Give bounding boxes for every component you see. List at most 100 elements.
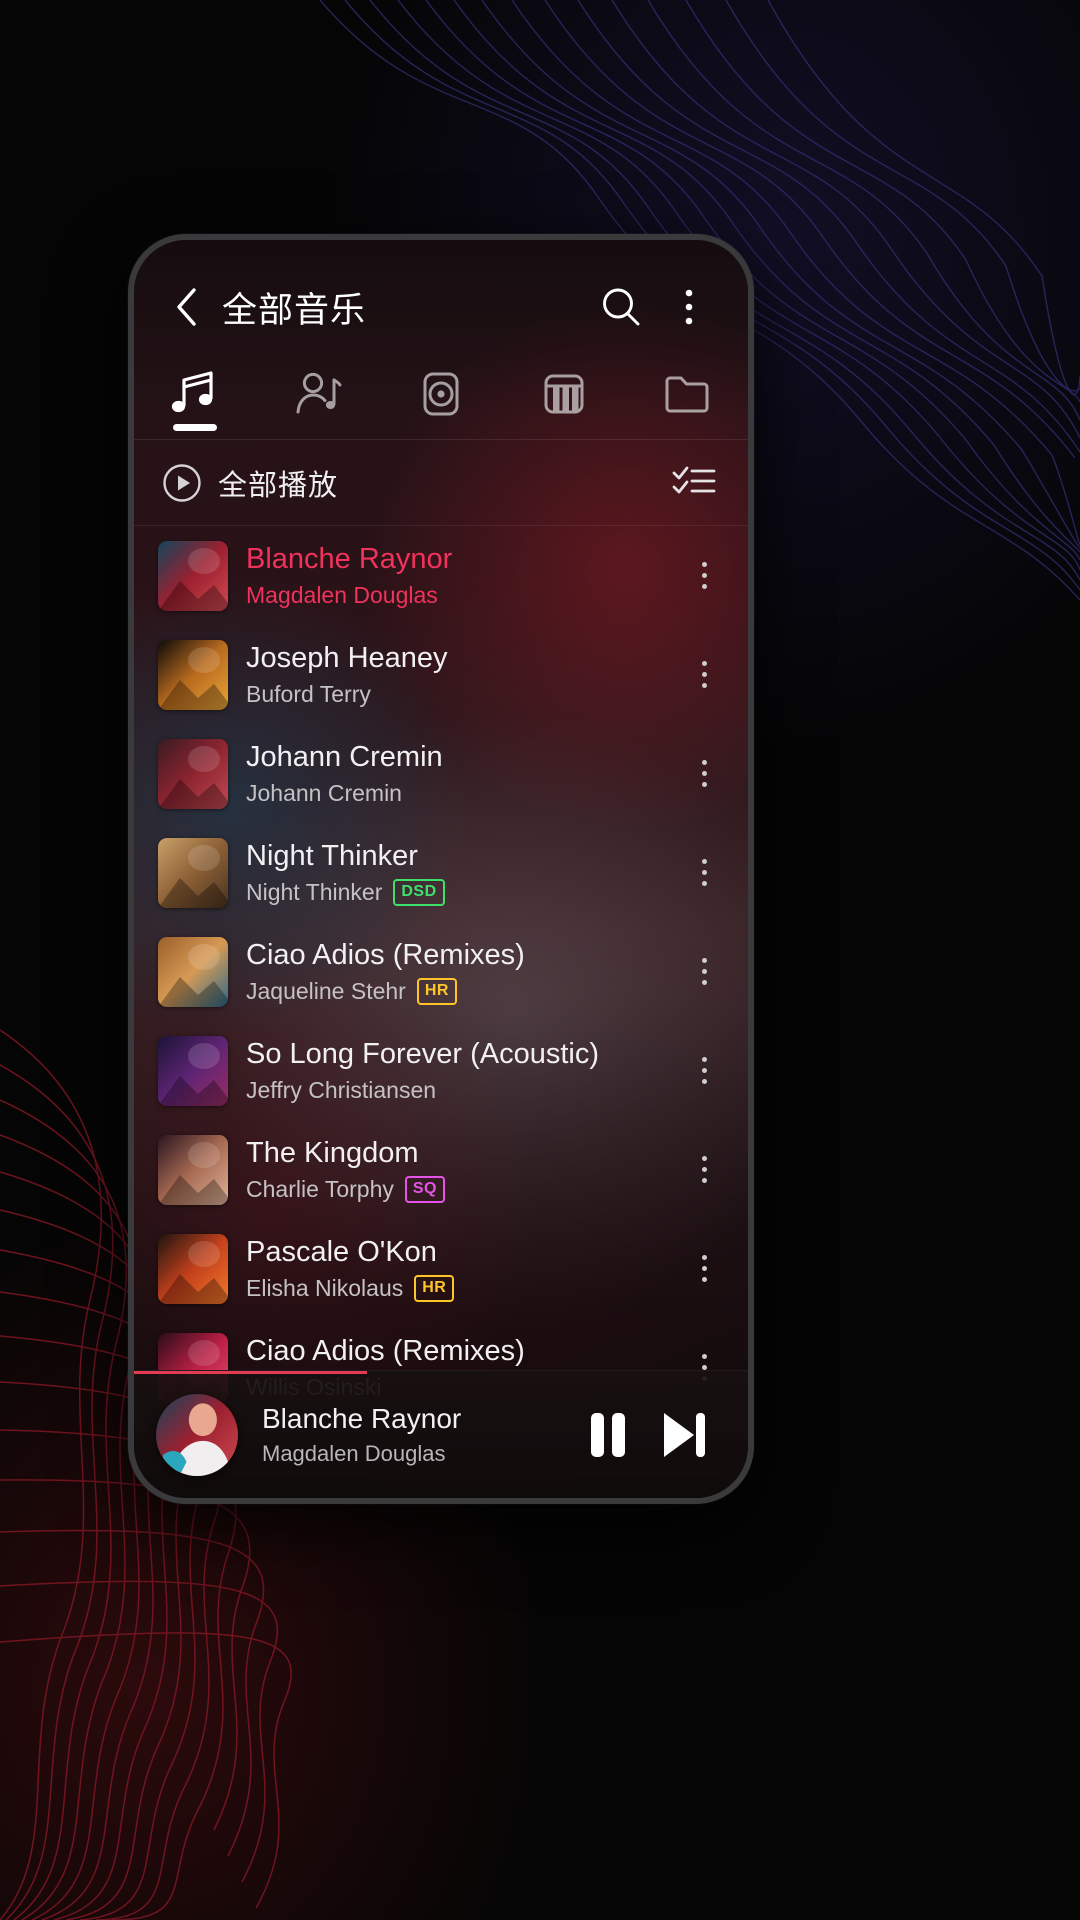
song-list-item[interactable]: Johann Cremin Johann Cremin [134,724,748,823]
more-vertical-icon [701,870,707,875]
app-header: 全部音乐 [134,240,748,348]
song-list-item[interactable]: Pascale O'Kon Elisha Nikolaus HR [134,1219,748,1318]
song-text-block: Night Thinker Night Thinker DSD [246,839,678,907]
overflow-menu-button[interactable] [662,280,716,334]
song-artwork [158,738,228,809]
more-vertical-icon [701,760,707,765]
song-text-block: Johann Cremin Johann Cremin [246,740,678,808]
artwork-a6 [158,1035,228,1106]
song-title: Blanche Raynor [246,542,453,575]
song-list-item[interactable]: Joseph Heaney Buford Terry [134,625,748,724]
song-overflow-button[interactable] [678,642,730,708]
song-artist: Jeffry Christiansen [246,1076,437,1103]
more-vertical-icon [701,1255,707,1260]
song-overflow-button[interactable] [678,939,730,1005]
song-title: So Long Forever (Acoustic) [246,1037,599,1070]
more-vertical-icon [701,969,707,974]
more-vertical-icon [701,1167,707,1172]
more-vertical-icon [701,980,707,985]
phone-device-frame: 全部音乐 全部播放 Blanche Raynor Magdalen Dougla… [128,234,754,1504]
artwork-a4 [158,837,228,908]
song-list-item[interactable]: Blanche Raynor Magdalen Douglas [134,526,748,625]
song-list-item[interactable]: Ciao Adios (Remixes) Jaqueline Stehr HR [134,922,748,1021]
artwork-a3 [158,738,228,809]
song-subtitle-row: Jaqueline Stehr HR [246,978,678,1006]
more-vertical-icon [701,1079,707,1084]
tab-active-underline [173,424,218,431]
more-vertical-icon [701,1057,707,1062]
more-vertical-icon [701,859,707,864]
song-overflow-button[interactable] [678,1236,730,1302]
tab-genres[interactable] [502,348,625,439]
pause-button[interactable] [570,1397,646,1473]
mini-player-track-info: Blanche Raynor Magdalen Douglas [262,1403,570,1467]
music-note-icon [172,370,213,412]
multiselect-button[interactable] [666,455,722,511]
search-button[interactable] [594,280,648,334]
song-title: Ciao Adios (Remixes) [246,938,525,971]
more-vertical-icon [685,289,693,325]
song-overflow-button[interactable] [678,1038,730,1104]
song-artist: Buford Terry [246,680,371,707]
more-vertical-icon [701,573,707,578]
song-overflow-button[interactable] [678,840,730,906]
song-artwork [158,1233,228,1304]
artwork-a1 [158,540,228,611]
song-overflow-button[interactable] [678,741,730,807]
more-vertical-icon [701,584,707,589]
skip-next-icon [664,1412,705,1457]
song-subtitle-row: Charlie Torphy SQ [246,1176,678,1204]
song-artwork [158,1134,228,1205]
play-all-row[interactable]: 全部播放 [134,440,748,526]
search-icon [603,288,640,326]
song-artist: Elisha Nikolaus [246,1274,404,1301]
tab-folders[interactable] [625,348,748,439]
mini-player-title: Blanche Raynor [262,1402,462,1434]
song-list-item[interactable]: Night Thinker Night Thinker DSD [134,823,748,922]
song-overflow-button[interactable] [678,543,730,609]
category-tab-bar [134,348,748,440]
page-title: 全部音乐 [222,290,367,330]
song-artwork [158,1035,228,1106]
tab-artists[interactable] [257,348,380,439]
more-vertical-icon [701,881,707,886]
song-artist: Charlie Torphy [246,1175,394,1202]
mini-player-artwork[interactable] [156,1393,238,1476]
song-title: Ciao Adios (Remixes) [246,1334,525,1367]
song-artist: Johann Cremin [246,779,402,806]
mini-player-bar: Blanche Raynor Magdalen Douglas [134,1370,748,1498]
artwork-a8 [158,1233,228,1304]
song-title: Night Thinker [246,839,418,872]
song-title: The Kingdom [246,1136,419,1169]
more-vertical-icon [701,1277,707,1282]
song-subtitle-row: Johann Cremin [246,780,678,808]
song-subtitle-row: Night Thinker DSD [246,879,678,907]
song-artist: Magdalen Douglas [246,581,438,608]
more-vertical-icon [701,672,707,677]
next-track-button[interactable] [646,1397,722,1473]
artwork-a2 [158,639,228,710]
artwork-a1 [156,1393,238,1476]
song-list-item[interactable]: The Kingdom Charlie Torphy SQ [134,1120,748,1219]
song-subtitle-row: Magdalen Douglas [246,582,678,610]
phone-screen: 全部音乐 全部播放 Blanche Raynor Magdalen Dougla… [134,240,748,1498]
tab-albums[interactable] [380,348,503,439]
song-subtitle-row: Jeffry Christiansen [246,1077,678,1105]
more-vertical-icon [701,782,707,787]
mini-player-progress [134,1371,368,1374]
more-vertical-icon [701,1266,707,1271]
song-artist: Night Thinker [246,878,383,905]
song-artist: Jaqueline Stehr [246,977,406,1004]
song-text-block: Ciao Adios (Remixes) Jaqueline Stehr HR [246,938,678,1006]
quality-badge: HR [416,978,457,1006]
back-button[interactable] [164,284,210,330]
song-overflow-button[interactable] [678,1137,730,1203]
more-vertical-icon [701,958,707,963]
song-title: Joseph Heaney [246,641,448,674]
play-circle-icon [163,463,201,502]
song-list-item[interactable]: So Long Forever (Acoustic) Jeffry Christi… [134,1021,748,1120]
more-vertical-icon [701,661,707,666]
song-subtitle-row: Buford Terry [246,681,678,709]
play-all-trigger[interactable]: 全部播放 [162,462,338,504]
tab-songs[interactable] [134,348,257,439]
